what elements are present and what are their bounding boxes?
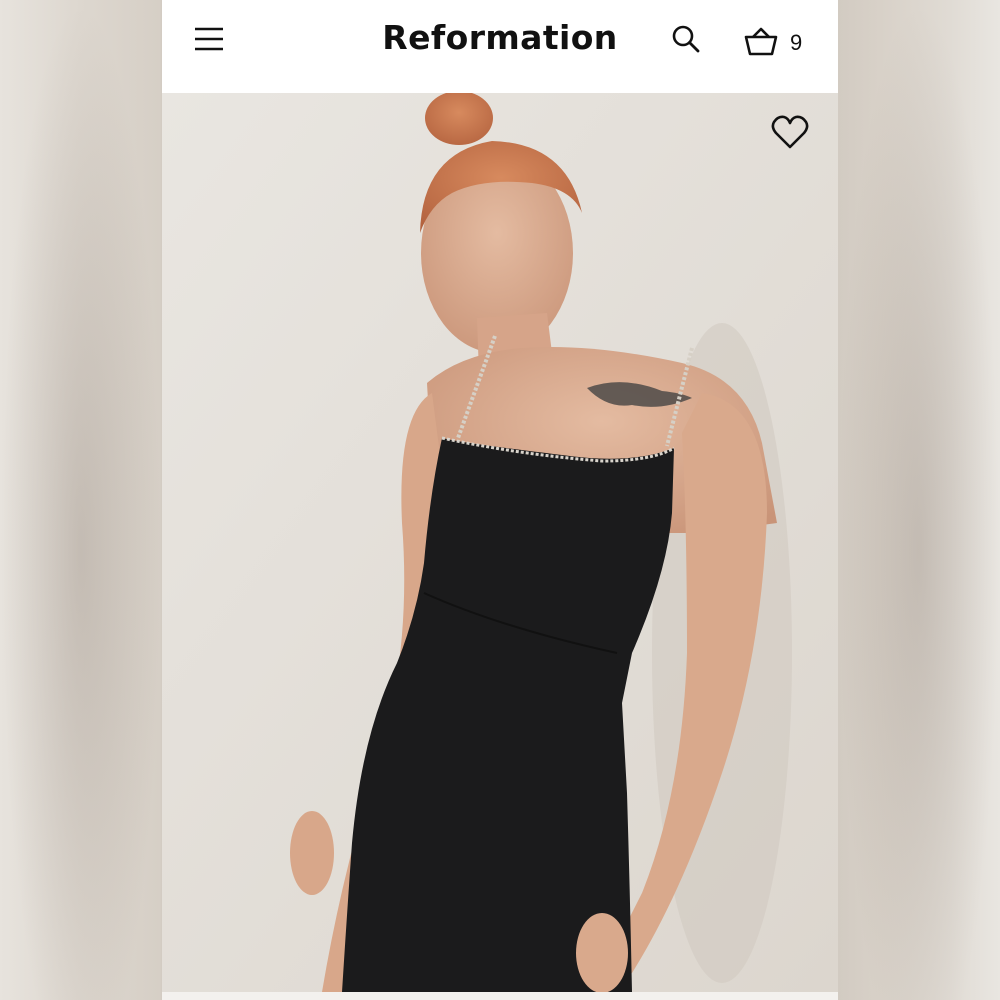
- heart-outline-icon: [771, 115, 809, 149]
- cart-button[interactable]: 9: [742, 22, 817, 60]
- hamburger-menu-icon: [195, 27, 223, 51]
- model-photo: [162, 93, 838, 992]
- bottom-edge: [162, 992, 838, 1000]
- search-button[interactable]: [670, 23, 704, 57]
- left-blurred-backdrop: [0, 0, 162, 1000]
- screenshot-frame: Reformation 9: [0, 0, 1000, 1000]
- basket-icon: [744, 27, 778, 56]
- brand-logo[interactable]: Reformation: [332, 18, 668, 57]
- menu-button[interactable]: [192, 24, 226, 54]
- right-blurred-backdrop: [838, 0, 1000, 1000]
- favorite-button[interactable]: [770, 113, 810, 151]
- product-hero-image[interactable]: [162, 93, 838, 992]
- site-header: Reformation 9: [162, 0, 838, 93]
- mobile-page: Reformation 9: [162, 0, 838, 992]
- search-icon: [672, 25, 700, 53]
- cart-count-badge: 9: [790, 30, 803, 55]
